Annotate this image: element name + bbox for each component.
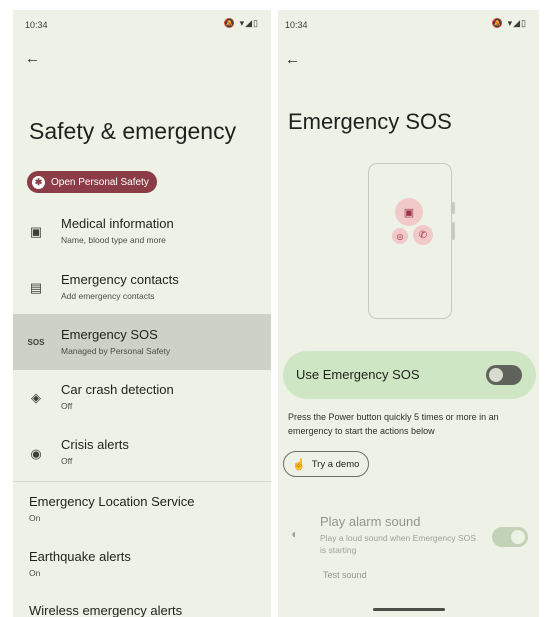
alarm-title: Play alarm sound bbox=[320, 514, 421, 529]
sos-icon: SOS bbox=[27, 337, 45, 347]
item-title: Car crash detection bbox=[61, 382, 174, 397]
test-sound-link[interactable]: Test sound bbox=[323, 570, 367, 580]
switch-knob bbox=[489, 368, 503, 382]
open-personal-safety-button[interactable]: ✱ Open Personal Safety bbox=[27, 171, 157, 193]
back-arrow-icon[interactable]: ← bbox=[25, 50, 40, 67]
status-time: 10:34 bbox=[25, 20, 48, 30]
medical-id-icon: ▣ bbox=[29, 224, 43, 239]
use-emergency-sos-label: Use Emergency SOS bbox=[296, 367, 420, 382]
touch-icon: ☝ bbox=[292, 458, 306, 471]
item-subtitle: Add emergency contacts bbox=[61, 291, 155, 301]
emergency-sos-item[interactable]: SOS Emergency SOS Managed by Personal Sa… bbox=[13, 314, 271, 370]
phone-side-button bbox=[452, 222, 455, 240]
emergency-sos-screen: 10:34 🔕 ▾◢▯ ← Emergency SOS ▣ ◎ ✆ Use Em… bbox=[278, 10, 539, 617]
use-emergency-sos-card[interactable]: Use Emergency SOS bbox=[283, 351, 536, 399]
status-icons: 🔕 ▾◢▯ bbox=[491, 18, 527, 28]
item-subtitle: On bbox=[29, 513, 41, 523]
personal-safety-icon: ✱ bbox=[32, 175, 45, 189]
contacts-card-icon: ▤ bbox=[29, 280, 43, 295]
phone-call-icon: ✆ bbox=[413, 225, 433, 245]
sos-description: Press the Power button quickly 5 times o… bbox=[288, 412, 499, 436]
play-alarm-switch[interactable] bbox=[492, 527, 528, 547]
phone-illustration: ▣ ◎ ✆ bbox=[368, 163, 455, 319]
try-demo-label: Try a demo bbox=[311, 458, 360, 470]
safety-settings-screen: 10:34 🔕 ▾◢▯ ← Safety & emergency ✱ Open … bbox=[13, 10, 271, 617]
item-subtitle: Off bbox=[61, 456, 73, 466]
item-subtitle: Off bbox=[61, 401, 73, 411]
divider bbox=[13, 481, 271, 482]
item-title: Crisis alerts bbox=[61, 437, 129, 452]
page-title: Emergency SOS bbox=[288, 109, 452, 134]
video-icon: ▣ bbox=[395, 198, 423, 226]
phone-side-button bbox=[452, 202, 455, 214]
medical-information-item[interactable]: ▣ Medical information Name, blood type a… bbox=[13, 206, 271, 258]
try-demo-button[interactable]: ☝ Try a demo bbox=[283, 451, 370, 477]
switch-knob bbox=[511, 530, 525, 544]
item-title: Medical information bbox=[61, 216, 174, 231]
signal-icon: ◎ bbox=[392, 228, 408, 244]
open-personal-safety-label: Open Personal Safety bbox=[51, 176, 149, 188]
car-crash-detection-item[interactable]: ◈ Car crash detection Off bbox=[13, 372, 271, 424]
item-title: Emergency contacts bbox=[61, 272, 179, 287]
crisis-alert-icon: ◉ bbox=[30, 446, 42, 461]
status-bar: 10:34 🔕 ▾◢▯ bbox=[13, 10, 271, 38]
alarm-sound-icon: ◖ bbox=[290, 527, 298, 541]
use-emergency-sos-switch[interactable] bbox=[486, 365, 522, 385]
status-icons: 🔕 ▾◢▯ bbox=[223, 18, 259, 28]
emergency-location-service-item[interactable]: Emergency Location Service On bbox=[13, 484, 271, 536]
crisis-alerts-item[interactable]: ◉ Crisis alerts Off bbox=[13, 427, 271, 479]
alarm-subtitle: Play a loud sound when Emergency SOS is … bbox=[320, 533, 476, 555]
emergency-contacts-item[interactable]: ▤ Emergency contacts Add emergency conta… bbox=[13, 262, 271, 314]
back-arrow-icon[interactable]: ← bbox=[285, 51, 300, 68]
item-title: Emergency Location Service bbox=[29, 494, 195, 509]
status-bar: 10:34 🔕 ▾◢▯ bbox=[278, 10, 539, 38]
page-title: Safety & emergency bbox=[29, 118, 237, 144]
earthquake-alerts-item[interactable]: Earthquake alerts On bbox=[13, 539, 271, 591]
item-subtitle: Managed by Personal Safety bbox=[61, 346, 171, 356]
wireless-emergency-alerts-item[interactable]: Wireless emergency alerts bbox=[13, 594, 271, 617]
status-time: 10:34 bbox=[285, 20, 308, 30]
car-crash-icon: ◈ bbox=[31, 390, 41, 405]
gesture-nav-handle[interactable] bbox=[373, 608, 445, 611]
item-subtitle: On bbox=[29, 568, 41, 578]
item-title: Emergency SOS bbox=[61, 327, 158, 342]
item-subtitle: Name, blood type and more bbox=[61, 235, 166, 245]
item-title: Wireless emergency alerts bbox=[29, 603, 183, 617]
item-title: Earthquake alerts bbox=[29, 549, 131, 564]
